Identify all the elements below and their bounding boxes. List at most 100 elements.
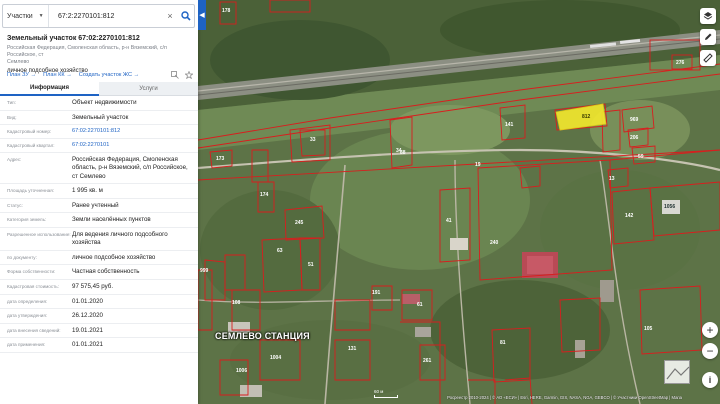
attributes-table: Тип: Объект недвижимости Вид: Земельный уча… — [0, 96, 198, 353]
attribute-row: Форма собственности: Частная собственност… — [0, 265, 198, 280]
attribute-label: дата утверждения: — [7, 313, 48, 319]
attribute-label: Кадастровая стоимость: — [7, 284, 59, 289]
attribute-value: 97 575,45 руб. — [72, 283, 114, 290]
draw-button[interactable] — [700, 29, 716, 45]
parcel-label: 81 — [500, 340, 506, 346]
search-type-label: Участки — [7, 12, 33, 20]
station-label: СЕМЛЕВО СТАНЦИЯ — [215, 331, 310, 341]
attribute-value: 19.01.2021 — [72, 326, 103, 334]
parcel-label: 34 — [396, 148, 402, 154]
attribute-row: Вид: Земельный участок — [0, 111, 198, 126]
attribute-value: Для ведения личного подсобного хозяйства — [72, 230, 168, 247]
tab-information[interactable]: Информация — [0, 82, 99, 96]
parcel-label: 13 — [609, 176, 615, 182]
search-type-select[interactable]: Участки ▼ — [3, 5, 49, 27]
attribute-label: Форма собственности: — [7, 269, 56, 275]
plan-kk-link[interactable]: План КК → — [43, 72, 72, 78]
parcel-label: 191 — [372, 290, 381, 296]
action-links: План ЗУ → План КК → Создать участок ЖС → — [7, 70, 193, 79]
create-zhs-link[interactable]: Создать участок ЖС → — [79, 72, 139, 78]
plan-zu-link[interactable]: План ЗУ → — [7, 72, 36, 78]
collapse-panel-button[interactable]: ◀ — [198, 0, 206, 30]
parcel-label: 240 — [490, 240, 499, 246]
object-header: Земельный участок 67:02:2270101:812 Росс… — [7, 35, 193, 74]
parcel-label: 999 — [200, 268, 209, 274]
map-attribution: Росреестр 2010-2024 | © АО «ЕСИ» | Esri,… — [447, 395, 682, 400]
attribute-label: Категория земель: — [7, 217, 47, 223]
info-panel: Участки ▼ 67:2:2270101:812 × Земельный у… — [0, 0, 198, 404]
parcel-label: 178 — [222, 8, 231, 14]
export-icon[interactable] — [171, 70, 179, 79]
search-icon — [180, 11, 191, 21]
parcel-label: 1056 — [664, 204, 676, 210]
selected-parcel-label: 812 — [582, 114, 591, 120]
attribute-row: Адрес: Российская Федерация, Смоленская о… — [0, 153, 198, 185]
attribute-row: дата внесения сведений: 19.01.2021 — [0, 324, 198, 339]
attribute-value: Ранее учтенный — [72, 201, 119, 209]
attribute-value: личное подсобное хозяйство — [72, 253, 156, 261]
attribute-label: Кадастровый квартал: — [7, 142, 55, 148]
clear-search-icon[interactable]: × — [163, 11, 177, 21]
attribute-value: 26.12.2020 — [72, 312, 103, 320]
minus-icon: − — [706, 344, 714, 358]
parcel-label: 61 — [417, 302, 423, 308]
parcel-label: 51 — [308, 262, 314, 268]
parcel-label: 141 — [505, 122, 514, 128]
attribute-row: дата применения: 01.01.2021 — [0, 338, 198, 353]
plus-icon: + — [706, 323, 714, 337]
attribute-label: Тип: — [7, 100, 16, 105]
attribute-value: Частная собственность — [72, 268, 140, 276]
parcel-label: 33 — [310, 137, 316, 143]
attribute-row: Категория земель: Земли населённых пункто… — [0, 213, 198, 228]
basemap-switcher[interactable] — [664, 360, 690, 384]
search-input[interactable]: 67:2:2270101:812 — [49, 13, 163, 20]
attribute-row: Кадастровый номер: 67:02:2270101:812 — [0, 125, 198, 139]
search-button[interactable] — [177, 5, 194, 27]
attribute-value: Земельный участок — [72, 113, 129, 121]
info-button[interactable]: i — [702, 372, 718, 388]
chevron-left-icon: ◀ — [199, 12, 205, 19]
parcel-label: 59 — [638, 154, 644, 160]
parcel-label: 131 — [348, 346, 357, 352]
attribute-label: Вид: — [7, 114, 17, 120]
zoom-out-button[interactable]: − — [702, 343, 718, 359]
parcel-label: 1006 — [236, 368, 248, 374]
attribute-value-link[interactable]: 67:02:2270101 — [72, 142, 195, 150]
parcel-label: 63 — [277, 248, 283, 254]
attribute-value: Объект недвижимости — [72, 99, 137, 106]
object-address-line: Семлево — [7, 59, 30, 66]
ruler-icon — [703, 53, 713, 63]
pencil-icon — [705, 33, 712, 40]
attribute-value-link[interactable]: 67:02:2270101:812 — [72, 128, 195, 136]
attribute-value: 1 995 кв. м — [72, 187, 103, 195]
search-bar: Участки ▼ 67:2:2270101:812 × — [2, 4, 195, 28]
attribute-value: Земли населённых пунктов — [72, 216, 151, 224]
attribute-row: дата утверждения: 26.12.2020 — [0, 309, 198, 324]
attribute-value: Российская Федерация, Смоленская область… — [72, 155, 188, 180]
attribute-label: дата определения: — [7, 298, 48, 304]
layers-button[interactable] — [700, 8, 716, 24]
tab-services[interactable]: Услуги — [99, 82, 198, 96]
attribute-label: по документу: — [7, 254, 37, 260]
chevron-down-icon: ▼ — [38, 13, 44, 19]
attribute-row: по документу: личное подсобное хозяйство — [0, 251, 198, 266]
attribute-value: 01.01.2020 — [72, 297, 103, 305]
attribute-row: дата определения: 01.01.2020 — [0, 295, 198, 310]
parcel-label: 108 — [232, 300, 241, 306]
scale-bar: 60 м — [374, 389, 398, 398]
attribute-row: Площадь уточненная: 1 995 кв. м — [0, 184, 198, 199]
scale-label: 60 м — [374, 389, 384, 394]
parcel-label: 261 — [423, 358, 432, 364]
attribute-label: Разрешенное использование: — [7, 231, 71, 237]
parcel-label: 969 — [630, 117, 639, 123]
parcel-label: 276 — [676, 60, 685, 66]
measure-button[interactable] — [700, 50, 716, 66]
panel-tabs: Информация Услуги — [0, 82, 198, 96]
attribute-row: Кадастровый квартал: 67:02:2270101 — [0, 139, 198, 153]
object-title: Земельный участок 67:02:2270101:812 — [7, 35, 140, 42]
parcel-label: 142 — [625, 213, 634, 219]
star-icon[interactable] — [185, 70, 193, 79]
zoom-in-button[interactable]: + — [702, 322, 718, 338]
attribute-label: Кадастровый номер: — [7, 129, 52, 135]
attribute-value: 01.01.2021 — [72, 341, 103, 349]
